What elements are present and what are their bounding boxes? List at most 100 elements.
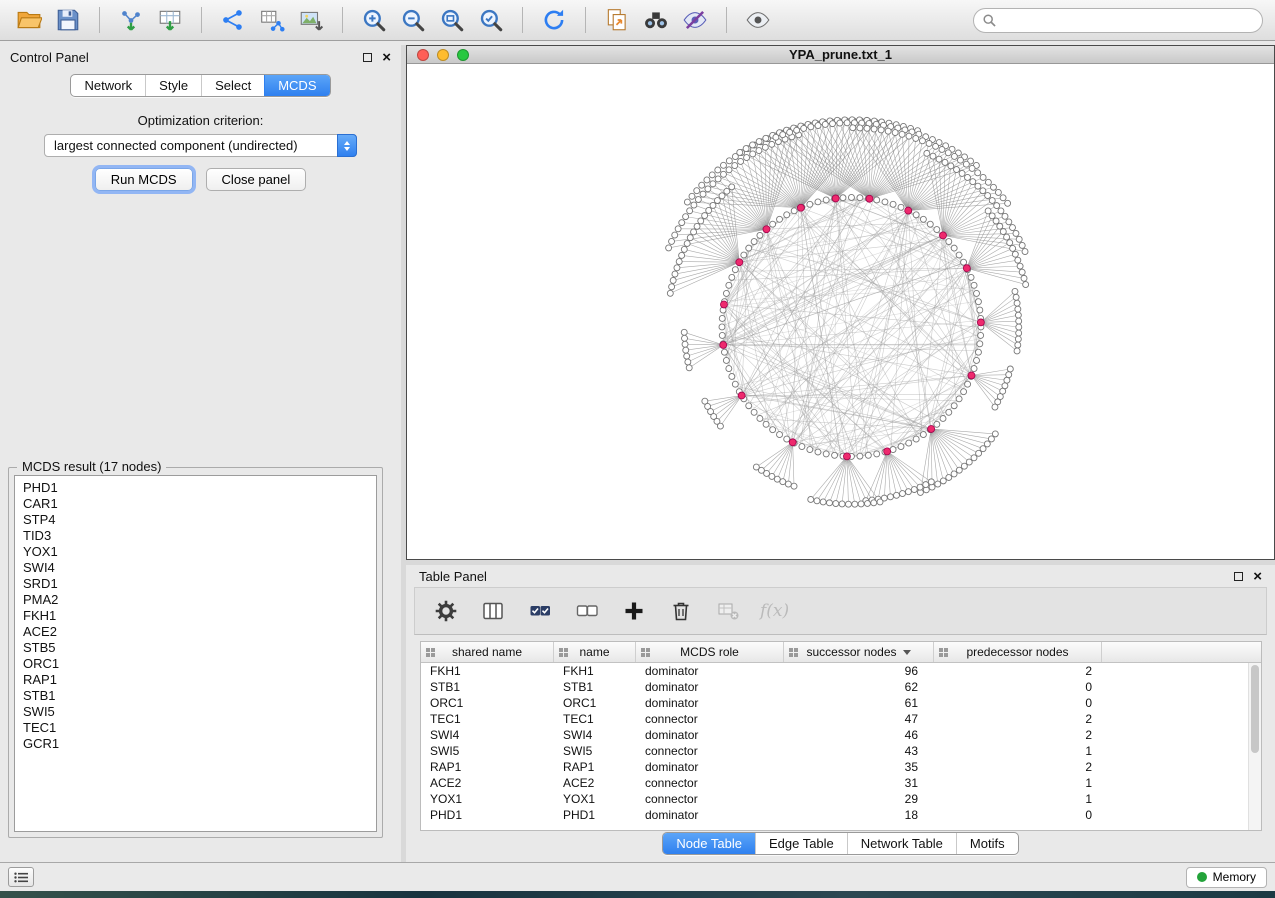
new-network-button[interactable]	[216, 4, 250, 36]
close-traffic-light[interactable]	[417, 49, 429, 61]
result-item[interactable]: TEC1	[23, 720, 376, 736]
task-history-button[interactable]	[8, 867, 34, 887]
result-item[interactable]: STP4	[23, 512, 376, 528]
mcds-result-groupbox: MCDS result (17 nodes) PHD1CAR1STP4TID3Y…	[8, 467, 383, 838]
cell: 2	[934, 760, 1102, 774]
result-item[interactable]: ORC1	[23, 656, 376, 672]
memory-button[interactable]: Memory	[1186, 867, 1267, 888]
add-row-button[interactable]	[619, 596, 649, 626]
toolbar-separator	[201, 7, 202, 33]
table-row[interactable]: YOX1YOX1connector291	[421, 791, 1261, 807]
export-image-button[interactable]	[294, 4, 328, 36]
copy-button[interactable]	[600, 4, 634, 36]
result-item[interactable]: RAP1	[23, 672, 376, 688]
search-input[interactable]	[1002, 13, 1253, 27]
zoom-out-button[interactable]	[396, 4, 430, 36]
result-item[interactable]: YOX1	[23, 544, 376, 560]
optimization-criterion-dropdown[interactable]: largest connected component (undirected)	[44, 134, 357, 157]
search-network-button[interactable]	[639, 4, 673, 36]
dropdown-stepper-icon[interactable]	[337, 134, 357, 157]
control-panel-tabs: NetworkStyleSelectMCDS	[70, 74, 330, 97]
tab-select[interactable]: Select	[201, 75, 264, 96]
close-panel-icon[interactable]: ×	[382, 50, 391, 65]
cell: YOX1	[421, 792, 554, 806]
import-network-icon	[118, 7, 144, 33]
close-panel-button[interactable]: Close panel	[206, 168, 307, 191]
cell: SWI5	[421, 744, 554, 758]
result-item[interactable]: SRD1	[23, 576, 376, 592]
tab-node-table[interactable]: Node Table	[663, 833, 755, 854]
cell: connector	[636, 712, 784, 726]
tab-network[interactable]: Network	[71, 75, 145, 96]
table-row[interactable]: FKH1FKH1dominator962	[421, 663, 1261, 679]
result-item[interactable]: PMA2	[23, 592, 376, 608]
column-header-successor-nodes[interactable]: successor nodes	[784, 642, 934, 662]
table-row[interactable]: TEC1TEC1connector472	[421, 711, 1261, 727]
table-row[interactable]: ACE2ACE2connector311	[421, 775, 1261, 791]
save-button[interactable]	[51, 4, 85, 36]
result-item[interactable]: ACE2	[23, 624, 376, 640]
table-row[interactable]: STB1STB1dominator620	[421, 679, 1261, 695]
minimize-traffic-light[interactable]	[437, 49, 449, 61]
float-panel-icon[interactable]	[363, 53, 372, 62]
close-table-panel-icon[interactable]: ×	[1253, 569, 1262, 584]
result-item[interactable]: GCR1	[23, 736, 376, 752]
network-window-titlebar[interactable]: YPA_prune.txt_1	[407, 46, 1274, 64]
column-header-name[interactable]: name	[554, 642, 636, 662]
show-columns-button[interactable]	[478, 596, 508, 626]
deselect-all-button[interactable]	[572, 596, 602, 626]
zoom-in-button[interactable]	[357, 4, 391, 36]
show-all-button[interactable]	[741, 4, 775, 36]
cell: FKH1	[421, 664, 554, 678]
hide-selected-button[interactable]	[678, 4, 712, 36]
tab-style[interactable]: Style	[145, 75, 201, 96]
zoom-in-icon	[361, 7, 387, 33]
result-item[interactable]: SWI4	[23, 560, 376, 576]
result-item[interactable]: PHD1	[23, 480, 376, 496]
table-row[interactable]: RAP1RAP1dominator352	[421, 759, 1261, 775]
table-row[interactable]: SWI5SWI5connector431	[421, 743, 1261, 759]
mcds-result-list[interactable]: PHD1CAR1STP4TID3YOX1SWI4SRD1PMA2FKH1ACE2…	[14, 475, 377, 832]
cell: PHD1	[421, 808, 554, 822]
select-all-button[interactable]	[525, 596, 555, 626]
network-from-table-button[interactable]	[255, 4, 289, 36]
result-item[interactable]: STB5	[23, 640, 376, 656]
delete-table-icon	[716, 599, 740, 623]
delete-row-button[interactable]	[666, 596, 696, 626]
column-header-mcds-role[interactable]: MCDS role	[636, 642, 784, 662]
result-item[interactable]: TID3	[23, 528, 376, 544]
network-svg[interactable]	[407, 65, 1274, 559]
import-table-button[interactable]	[153, 4, 187, 36]
result-item[interactable]: FKH1	[23, 608, 376, 624]
network-view[interactable]	[407, 65, 1274, 559]
table-row[interactable]: ORC1ORC1dominator610	[421, 695, 1261, 711]
cell: 31	[784, 776, 934, 790]
result-item[interactable]: STB1	[23, 688, 376, 704]
open-folder-button[interactable]	[12, 4, 46, 36]
run-mcds-button[interactable]: Run MCDS	[95, 168, 193, 191]
tab-mcds[interactable]: MCDS	[264, 75, 329, 96]
refresh-button[interactable]	[537, 4, 571, 36]
delete-table-button[interactable]	[713, 596, 743, 626]
memory-status-icon	[1197, 872, 1207, 882]
table-row[interactable]: SWI4SWI4dominator462	[421, 727, 1261, 743]
search-box[interactable]	[973, 8, 1263, 33]
scrollbar-thumb[interactable]	[1251, 665, 1259, 753]
tab-motifs[interactable]: Motifs	[956, 833, 1018, 854]
import-network-button[interactable]	[114, 4, 148, 36]
tab-network-table[interactable]: Network Table	[847, 833, 956, 854]
table-scrollbar[interactable]	[1248, 663, 1261, 830]
result-item[interactable]: SWI5	[23, 704, 376, 720]
column-header-predecessor-nodes[interactable]: predecessor nodes	[934, 642, 1102, 662]
zoom-fit-button[interactable]	[435, 4, 469, 36]
cell: RAP1	[554, 760, 636, 774]
settings-button[interactable]	[431, 596, 461, 626]
result-item[interactable]: CAR1	[23, 496, 376, 512]
zoom-selected-button[interactable]	[474, 4, 508, 36]
table-row[interactable]: PHD1PHD1dominator180	[421, 807, 1261, 823]
zoom-traffic-light[interactable]	[457, 49, 469, 61]
function-builder-button[interactable]: f(x)	[760, 596, 789, 626]
column-header-shared-name[interactable]: shared name	[421, 642, 554, 662]
tab-edge-table[interactable]: Edge Table	[755, 833, 847, 854]
float-table-panel-icon[interactable]	[1234, 572, 1243, 581]
